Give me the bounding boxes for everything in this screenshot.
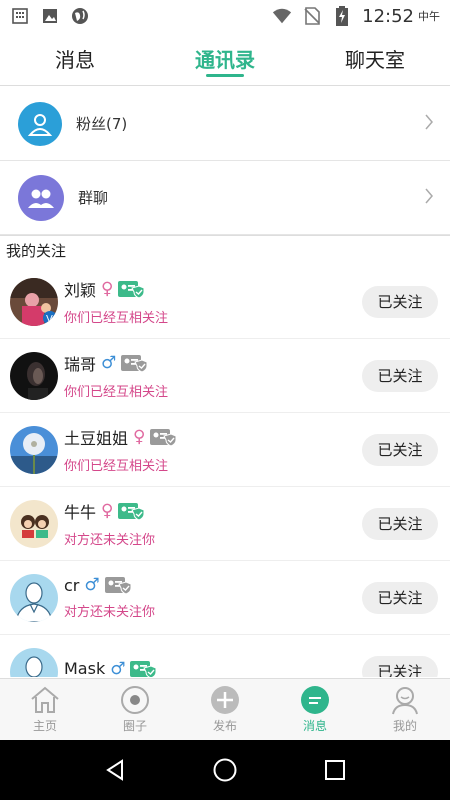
avatar [10, 351, 58, 400]
user-row[interactable]: Mask ♂ 已关注 [0, 635, 450, 677]
user-name: 牛牛 [64, 503, 97, 522]
svg-text:V: V [46, 314, 53, 325]
group-icon [18, 174, 64, 221]
user-row[interactable]: 瑞哥 ♂ 你们已经互相关注 已关注 [0, 339, 450, 413]
follow-status: 对方还未关注你 [64, 533, 156, 548]
following-button[interactable]: 已关注 [362, 359, 438, 392]
nav-label: 我的 [392, 719, 417, 733]
chevron-right-icon [424, 114, 434, 134]
default-avatar-icon [10, 573, 58, 622]
contacts-list[interactable]: 粉丝(7) 群聊 我的关注 V 刘颖 ♀ 你们已经互相关注 已关注 瑞哥 ♂ 你… [0, 87, 450, 677]
tab-chatroom[interactable]: 聊天室 [300, 32, 450, 85]
female-icon: ♀ [101, 279, 114, 299]
male-icon: ♂ [84, 575, 100, 595]
following-button[interactable]: 已关注 [362, 507, 438, 540]
tab-contacts[interactable]: 通讯录 [150, 32, 300, 85]
id-card-badge-icon [150, 428, 177, 447]
user-row[interactable]: 牛牛 ♀ 对方还未关注你 已关注 [0, 487, 450, 561]
group-chat-label: 群聊 [78, 189, 109, 207]
nav-label: 消息 [302, 719, 327, 733]
user-name: 瑞哥 [64, 355, 97, 374]
battery-charging-icon [332, 6, 352, 26]
nav-label: 圈子 [122, 719, 147, 733]
nav-label: 主页 [32, 719, 57, 733]
tab-label: 消息 [55, 48, 95, 72]
user-row[interactable]: cr ♂ 对方还未关注你 已关注 [0, 561, 450, 635]
nav-profile[interactable]: 我的 [360, 679, 450, 740]
home-circle-icon[interactable] [207, 752, 243, 788]
follow-status: 你们已经互相关注 [64, 459, 169, 474]
message-icon [300, 685, 330, 715]
nav-publish[interactable]: 发布 [180, 679, 270, 740]
back-icon[interactable] [97, 752, 133, 788]
image-icon [40, 7, 60, 25]
id-card-badge-icon [104, 576, 132, 595]
globe-icon [70, 7, 90, 25]
following-button[interactable]: 已关注 [362, 433, 438, 466]
user-name: 刘颖 [64, 281, 97, 300]
id-card-badge-icon [118, 502, 145, 521]
person-icon [18, 101, 62, 146]
fans-entry[interactable]: 粉丝(7) [0, 87, 450, 161]
home-icon [30, 685, 60, 715]
id-card-badge-icon [121, 354, 148, 373]
calendar-icon [10, 7, 30, 25]
male-icon: ♂ [101, 353, 117, 373]
id-card-badge-icon [118, 280, 145, 299]
following-button[interactable]: 已关注 [362, 655, 438, 677]
chevron-right-icon [424, 188, 434, 208]
status-bar: 12:52 中午 [0, 0, 450, 32]
follow-status: 对方还未关注你 [64, 605, 156, 620]
clock-period: 中午 [418, 10, 440, 23]
no-sim-icon [302, 7, 322, 25]
user-row[interactable]: V 刘颖 ♀ 你们已经互相关注 已关注 [0, 265, 450, 339]
user-name: Mask [64, 659, 106, 677]
circle-icon [120, 685, 150, 715]
user-row[interactable]: 土豆姐姐 ♀ 你们已经互相关注 已关注 [0, 413, 450, 487]
avatar [10, 425, 58, 474]
id-card-badge-icon [130, 660, 157, 677]
nav-label: 发布 [212, 719, 237, 733]
nav-messages[interactable]: 消息 [270, 679, 360, 740]
active-tab-indicator [206, 74, 244, 77]
plus-icon [210, 685, 240, 715]
group-chat-entry[interactable]: 群聊 [0, 161, 450, 235]
bottom-nav: 主页 圈子 发布 消息 我的 [0, 678, 450, 740]
tab-label: 聊天室 [345, 48, 405, 72]
system-nav-bar [0, 740, 450, 800]
nav-circle[interactable]: 圈子 [90, 679, 180, 740]
user-name: cr [64, 575, 80, 595]
default-avatar-icon [10, 647, 58, 677]
tab-messages[interactable]: 消息 [0, 32, 150, 85]
following-button[interactable]: 已关注 [362, 285, 438, 318]
user-name: 土豆姐姐 [64, 429, 129, 448]
section-title: 我的关注 [0, 235, 450, 265]
female-icon: ♀ [133, 427, 146, 447]
follow-status: 你们已经互相关注 [64, 385, 169, 400]
recents-square-icon[interactable] [317, 752, 353, 788]
avatar: V [10, 277, 58, 326]
tab-label: 通讯录 [195, 48, 255, 72]
follow-status: 你们已经互相关注 [64, 311, 169, 326]
fans-label: 粉丝(7) [76, 115, 128, 133]
female-icon: ♀ [101, 501, 114, 521]
following-button[interactable]: 已关注 [362, 581, 438, 614]
clock-time: 12:52 [362, 5, 414, 27]
wifi-icon [272, 7, 292, 25]
male-icon: ♂ [110, 658, 126, 678]
avatar [10, 499, 58, 548]
top-tabs: 消息 通讯录 聊天室 [0, 32, 450, 86]
profile-icon [390, 685, 420, 715]
nav-home[interactable]: 主页 [0, 679, 90, 740]
